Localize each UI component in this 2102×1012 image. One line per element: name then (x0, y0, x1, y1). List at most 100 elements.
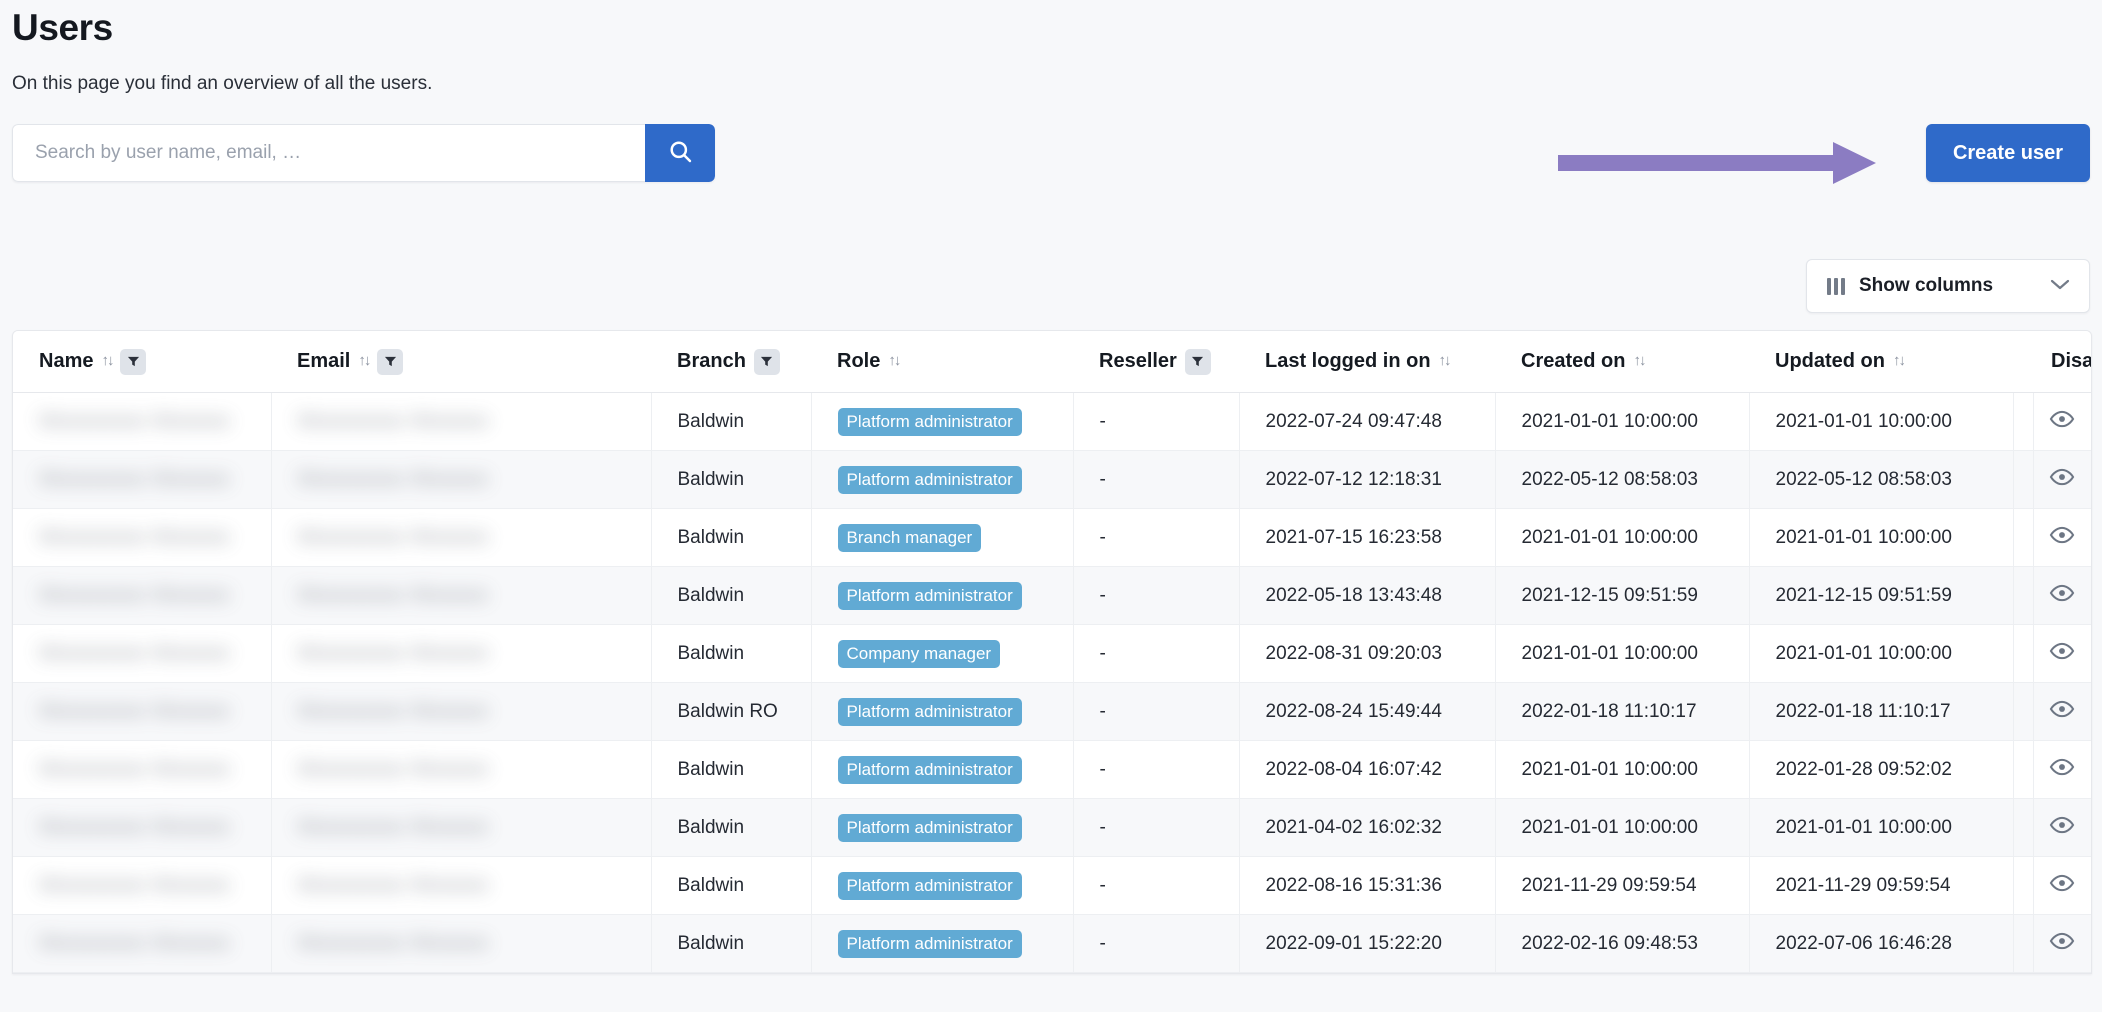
table-row[interactable]: Wwwwwww Wwwww Wwwwwww Wwwww Baldwin Platfor… (13, 798, 2091, 857)
cell-reseller: - (1073, 450, 1240, 509)
table-row[interactable]: Wwwwwww Wwwww Wwwwwww Wwwww Baldwin RO Plat… (13, 682, 2091, 741)
cell-email-redacted: Wwwwwww Wwwww (271, 856, 652, 915)
filter-icon[interactable] (377, 348, 404, 375)
cell-branch: Baldwin (651, 392, 812, 451)
eye-icon[interactable] (2049, 638, 2075, 670)
cell-disabled[interactable] (2033, 392, 2091, 451)
column-header-last[interactable]: Last logged in on ↑↓ (1239, 331, 1495, 393)
cell-name-redacted: Wwwwwww Wwwww (13, 914, 272, 973)
cell-name-redacted: Wwwwwww Wwwww (13, 450, 272, 509)
cell-value: 2022-08-31 09:20:03 (1265, 642, 1442, 664)
column-header-disabled[interactable]: Disabled (2033, 331, 2091, 393)
cell-email-redacted: Wwwwwww Wwwww (271, 740, 652, 799)
search-input[interactable] (12, 124, 645, 182)
sort-icon[interactable]: ↑↓ (1439, 353, 1452, 368)
redacted-text: Wwwwwww Wwwww (39, 468, 231, 490)
cell-email-redacted: Wwwwwww Wwwww (271, 566, 652, 625)
cell-disabled[interactable] (2033, 914, 2091, 973)
redacted-text: Wwwwwww Wwwww (39, 816, 231, 838)
column-header-email[interactable]: Email ↑↓ (271, 331, 651, 393)
cell-created: 2022-02-16 09:48:53 (1495, 914, 1750, 973)
table-row[interactable]: Wwwwwww Wwwww Wwwwwww Wwwww Baldwin Platfor… (13, 566, 2091, 625)
users-table: Name ↑↓ Email ↑↓ Branch Role ↑↓ Reseller Last lo… (13, 331, 2091, 973)
columns-icon (1827, 277, 1845, 295)
cell-disabled[interactable] (2033, 624, 2091, 683)
cell-last: 2021-07-15 16:23:58 (1239, 508, 1496, 567)
redacted-text: Wwwwwww Wwwww (39, 410, 231, 432)
eye-icon[interactable] (2049, 522, 2075, 554)
eye-icon[interactable] (2049, 696, 2075, 728)
cell-updated: 2022-07-06 16:46:28 (1749, 914, 2014, 973)
cell-value: - (1099, 932, 1106, 954)
cell-disabled[interactable] (2033, 740, 2091, 799)
cell-value: - (1099, 874, 1106, 896)
role-badge: Platform administrator (837, 581, 1022, 610)
show-columns-button[interactable]: Show columns (1806, 259, 2090, 313)
eye-icon[interactable] (2049, 464, 2075, 496)
cell-updated: 2022-05-12 08:58:03 (1749, 450, 2014, 509)
cell-value: 2021-01-01 10:00:00 (1775, 816, 1952, 838)
cell-disabled[interactable] (2033, 566, 2091, 625)
eye-icon[interactable] (2049, 812, 2075, 844)
sort-icon[interactable]: ↑↓ (1893, 353, 1906, 368)
cell-disabled[interactable] (2033, 682, 2091, 741)
cell-disabled[interactable] (2033, 798, 2091, 857)
cell-spacer (2013, 624, 2034, 683)
eye-icon[interactable] (2049, 928, 2075, 960)
cell-updated: 2022-01-18 11:10:17 (1749, 682, 2014, 741)
redacted-text: Wwwwwww Wwwww (297, 642, 489, 664)
column-header-updated[interactable]: Updated on ↑↓ (1749, 331, 2013, 393)
column-header-label: Role (837, 350, 881, 372)
cell-branch: Baldwin (651, 798, 812, 857)
table-row[interactable]: Wwwwwww Wwwww Wwwwwww Wwwww Baldwin Company… (13, 624, 2091, 683)
table-row[interactable]: Wwwwwww Wwwww Wwwwwww Wwwww Baldwin Platfor… (13, 450, 2091, 509)
search-button[interactable] (645, 124, 715, 182)
cell-value: Baldwin (677, 874, 745, 896)
sort-icon[interactable]: ↑↓ (101, 353, 114, 368)
redacted-text: Wwwwwww Wwwww (39, 642, 231, 664)
column-header-branch[interactable]: Branch (651, 331, 811, 393)
column-header-created[interactable]: Created on ↑↓ (1495, 331, 1749, 393)
filter-icon[interactable] (1184, 348, 1211, 375)
cell-value: - (1099, 410, 1106, 432)
eye-icon[interactable] (2049, 580, 2075, 612)
cell-disabled[interactable] (2033, 508, 2091, 567)
column-header-role[interactable]: Role ↑↓ (811, 331, 1073, 393)
page-header: Users On this page you find an overview … (0, 0, 2102, 97)
redacted-text: Wwwwwww Wwwww (297, 932, 489, 954)
sort-icon[interactable]: ↑↓ (358, 353, 371, 368)
column-header-label: Email (297, 350, 351, 372)
cell-last: 2022-09-01 15:22:20 (1239, 914, 1496, 973)
cell-reseller: - (1073, 798, 1240, 857)
filter-icon[interactable] (753, 348, 780, 375)
eye-icon[interactable] (2049, 870, 2075, 902)
cell-name-redacted: Wwwwwww Wwwww (13, 566, 272, 625)
cell-disabled[interactable] (2033, 450, 2091, 509)
cell-value: 2021-12-15 09:51:59 (1775, 584, 1952, 606)
cell-disabled[interactable] (2033, 856, 2091, 915)
table-row[interactable]: Wwwwwww Wwwww Wwwwwww Wwwww Baldwin Platfor… (13, 914, 2091, 973)
role-badge: Platform administrator (837, 407, 1022, 436)
cell-reseller: - (1073, 624, 1240, 683)
create-user-button[interactable]: Create user (1925, 124, 2090, 182)
sort-icon[interactable]: ↑↓ (888, 353, 901, 368)
cell-updated: 2021-01-01 10:00:00 (1749, 392, 2014, 451)
column-header-reseller[interactable]: Reseller (1073, 331, 1239, 393)
table-row[interactable]: Wwwwwww Wwwww Wwwwwww Wwwww Baldwin Platfor… (13, 856, 2091, 915)
table-row[interactable]: Wwwwwww Wwwww Wwwwwww Wwwww Baldwin Platfor… (13, 740, 2091, 799)
eye-icon[interactable] (2049, 754, 2075, 786)
eye-icon[interactable] (2049, 406, 2075, 438)
column-header-name[interactable]: Name ↑↓ (13, 331, 271, 393)
cell-role: Platform administrator (811, 392, 1074, 451)
cell-last: 2021-04-02 16:02:32 (1239, 798, 1496, 857)
cell-value: - (1099, 526, 1106, 548)
table-row[interactable]: Wwwwwww Wwwww Wwwwwww Wwwww Baldwin Platfor… (13, 392, 2091, 451)
table-row[interactable]: Wwwwwww Wwwww Wwwwwww Wwwww Baldwin Branch … (13, 508, 2091, 567)
cell-value: 2021-12-15 09:51:59 (1521, 584, 1698, 606)
cell-value: 2022-01-28 09:52:02 (1775, 758, 1952, 780)
filter-icon[interactable] (120, 348, 147, 375)
sort-icon[interactable]: ↑↓ (1633, 353, 1646, 368)
redacted-text: Wwwwwww Wwwww (39, 526, 231, 548)
cell-value: 2022-07-24 09:47:48 (1265, 410, 1442, 432)
redacted-text: Wwwwwww Wwwww (297, 468, 489, 490)
